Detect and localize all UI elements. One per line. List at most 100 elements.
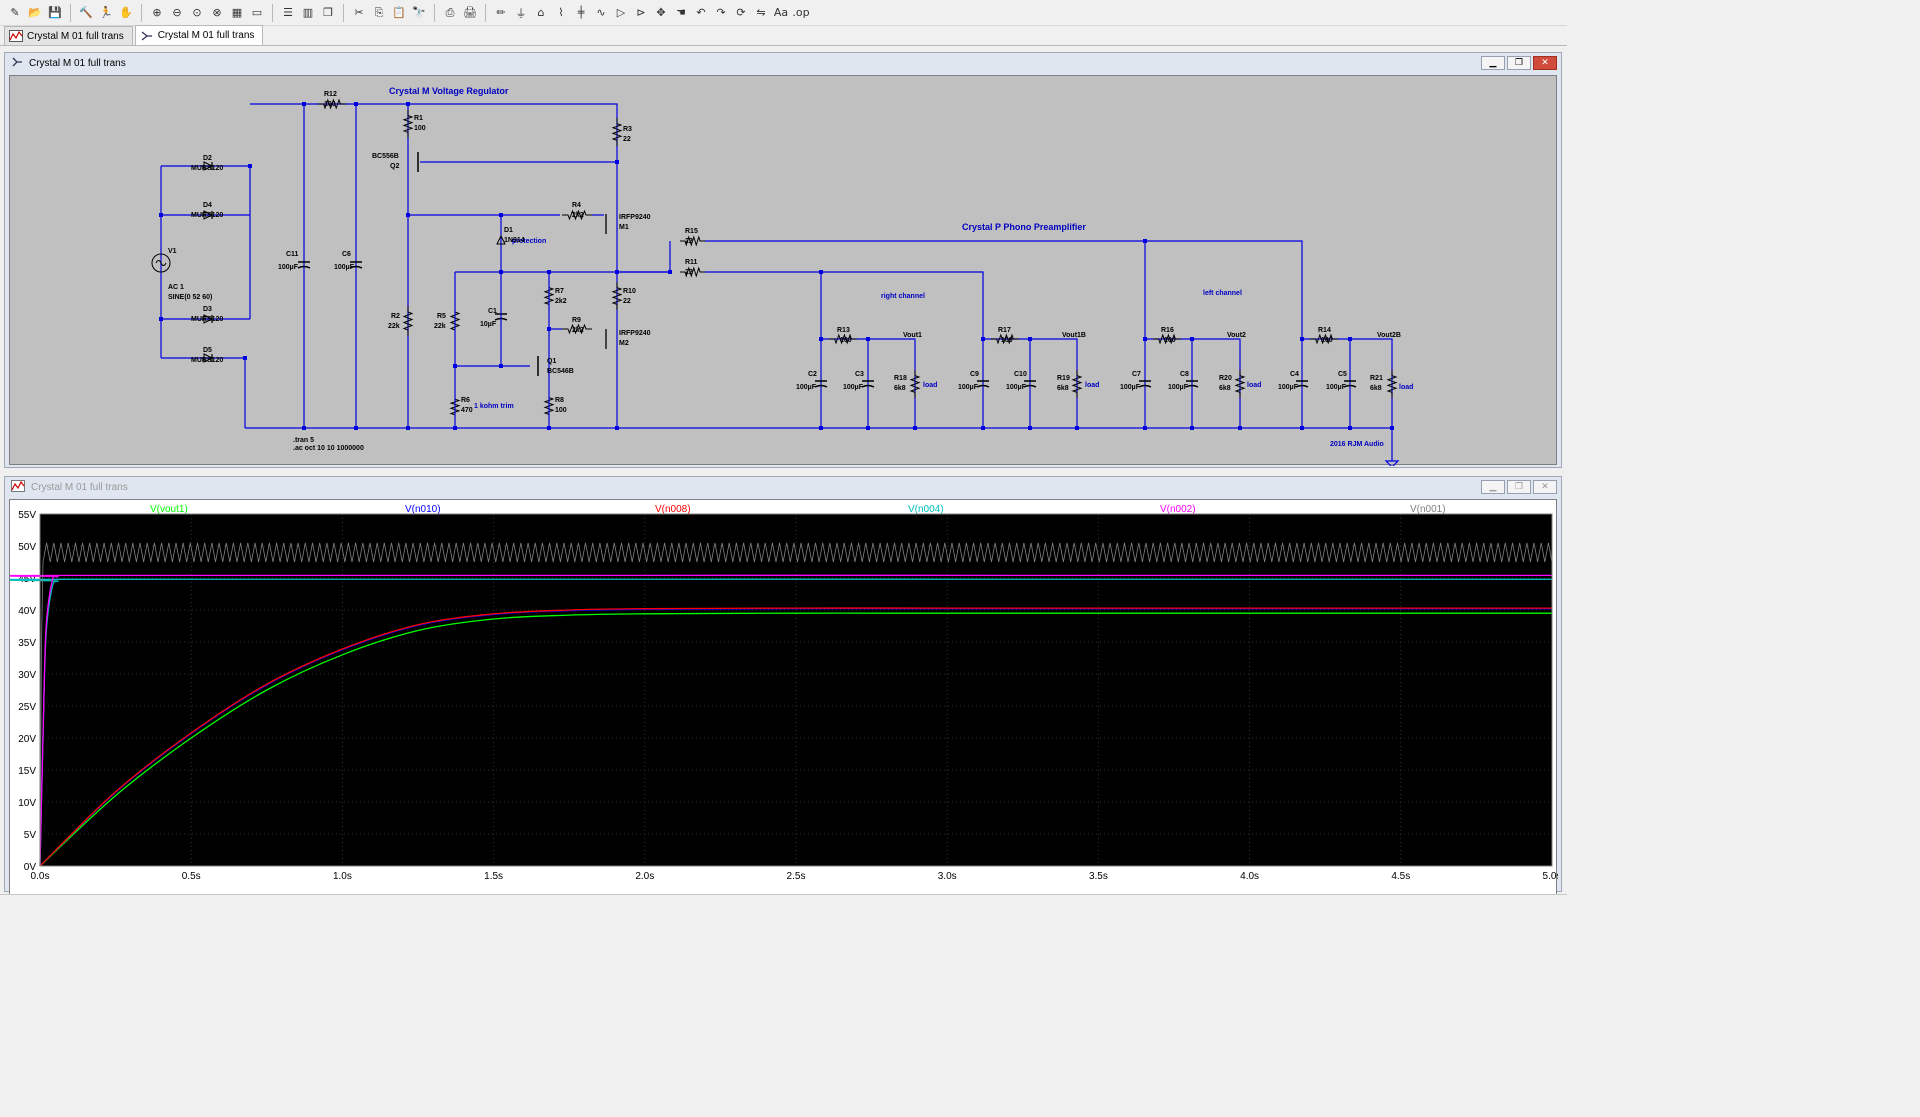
label-icon: ⌂ [537, 6, 545, 19]
rotate-icon: ⟳ [736, 6, 746, 19]
close-button[interactable]: ✕ [1533, 480, 1557, 494]
copy-button[interactable]: ⎘ [370, 4, 388, 22]
junction [453, 364, 457, 368]
zoom-cancel-button[interactable]: ⊗ [208, 4, 226, 22]
capacitor-icon: ╪ [577, 6, 585, 19]
y-tick-label: 25V [18, 702, 36, 713]
print-setup-button[interactable]: ⎙ [441, 4, 459, 22]
autorange-button[interactable]: ▦ [228, 4, 246, 22]
cut-button[interactable]: ✂ [350, 4, 368, 22]
spice-directive-button[interactable]: .op [792, 4, 810, 22]
waveform-pane[interactable]: 0.0s 0.5s 1.0s 1.5s 2.0s 2.5s 3.0s 3.5s 4.0s 4.5s… [0, 499, 1561, 898]
schematic-window-titlebar[interactable]: Crystal M 01 full trans ▁ ❐ ✕ [5, 53, 1561, 73]
print-icon: 🖨 [463, 6, 477, 19]
mirror-button[interactable]: ⇋ [752, 4, 770, 22]
y-tick-label: 5V [24, 830, 37, 841]
label-button[interactable]: ⌂ [532, 4, 550, 22]
run-button[interactable]: 🏃 [97, 4, 115, 22]
component-value: 22k [434, 323, 446, 330]
toolbar-separator [141, 3, 142, 22]
schematic-canvas[interactable]: Crystal M Voltage Regulator Crystal P Pho… [9, 75, 1558, 468]
y-tick-label: 10V [18, 798, 36, 809]
component-value: BC546B [547, 368, 574, 375]
minimize-button[interactable]: ▁ [1481, 480, 1505, 494]
component-button[interactable]: ⊳ [632, 4, 650, 22]
component-value: MURS120 [191, 357, 223, 364]
rotate-button[interactable]: ⟳ [732, 4, 750, 22]
move-button[interactable]: ✥ [652, 4, 670, 22]
halt-button[interactable]: ✋ [117, 4, 135, 22]
diode-button[interactable]: ▷ [612, 4, 630, 22]
redo-button[interactable]: ↷ [712, 4, 730, 22]
tile-vertical-button[interactable]: ▥ [299, 4, 317, 22]
tile-vertical-icon: ▥ [302, 6, 314, 19]
legend-vn001[interactable]: V(n001) [1410, 504, 1446, 515]
close-button[interactable]: ✕ [1533, 56, 1557, 70]
tile-horizontal-button[interactable]: ☰ [279, 4, 297, 22]
legend-vn002[interactable]: V(n002) [1160, 504, 1196, 515]
x-tick-label: 3.0s [938, 871, 957, 882]
legend-vn004[interactable]: V(n004) [908, 504, 944, 515]
component-value: 6k8 [894, 385, 906, 392]
print-button[interactable]: 🖨 [461, 4, 479, 22]
component-ref: R8 [555, 397, 564, 404]
cascade-button[interactable]: ❐ [319, 4, 337, 22]
inductor-button[interactable]: ∿ [592, 4, 610, 22]
diode-icon: ▷ [616, 6, 626, 19]
y-tick-label: 30V [18, 670, 36, 681]
control-panel-button[interactable]: 🔨 [77, 4, 95, 22]
legend-vn010[interactable]: V(n010) [405, 504, 441, 515]
legend-vn008[interactable]: V(n008) [655, 504, 691, 515]
net-label: Vout2B [1377, 332, 1401, 339]
waveform-plot[interactable]: 0.0s 0.5s 1.0s 1.5s 2.0s 2.5s 3.0s 3.5s 4.0s 4.5s… [0, 500, 1561, 898]
text-button[interactable]: Aa [772, 4, 790, 22]
paste-button[interactable]: 📋 [390, 4, 408, 22]
resistor-symbol [1386, 370, 1398, 398]
component-ref: D4 [203, 202, 212, 209]
resistor-button[interactable]: ⌇ [552, 4, 570, 22]
open-button[interactable]: 📂 [26, 4, 44, 22]
text-icon: Aa [773, 6, 789, 19]
waveform-button[interactable]: ▭ [248, 4, 266, 22]
legend-vvout1[interactable]: V(vout1) [150, 504, 188, 515]
component-ref: C7 [1132, 371, 1141, 378]
schematic-drawing[interactable]: Crystal M Voltage Regulator Crystal P Pho… [10, 76, 1558, 468]
zoom-full-button[interactable]: ⊙ [188, 4, 206, 22]
halt-icon: ✋ [119, 6, 133, 19]
zoom-cancel-icon: ⊗ [212, 6, 222, 19]
component-value: 100 [1164, 337, 1176, 344]
tab-waveform[interactable]: Crystal M 01 full trans [4, 26, 133, 45]
new-schematic-button[interactable]: ✎ [6, 4, 24, 22]
new-schematic-icon: ✎ [10, 6, 20, 19]
zoom-out-button[interactable]: ⊖ [168, 4, 186, 22]
junction [981, 426, 985, 430]
resistor-symbol [402, 306, 414, 336]
restore-button[interactable]: ❐ [1507, 56, 1531, 70]
junction [1028, 337, 1032, 341]
restore-button[interactable]: ❐ [1507, 480, 1531, 494]
resistor-symbol [1071, 370, 1083, 398]
zoom-in-button[interactable]: ⊕ [148, 4, 166, 22]
tab-schematic[interactable]: Crystal M 01 full trans [134, 25, 264, 45]
find-button[interactable]: 🔭 [410, 4, 428, 22]
save-button[interactable]: 💾 [46, 4, 64, 22]
minimize-icon: ▁ [1489, 482, 1497, 492]
component-value: 2k2 [555, 298, 567, 305]
undo-button[interactable]: ↶ [692, 4, 710, 22]
drag-button[interactable]: ☚ [672, 4, 690, 22]
plot-window: Crystal M 01 full trans ▁ ❐ ✕ 0.0s 0.5s 1.… [0, 476, 1562, 897]
component-ref: C5 [1338, 371, 1347, 378]
resistor-symbol [611, 282, 623, 310]
component-ref: R16 [1161, 327, 1174, 334]
minimize-button[interactable]: ▁ [1481, 56, 1505, 70]
junction [1190, 337, 1194, 341]
capacitor-button[interactable]: ╪ [572, 4, 590, 22]
component-ref: R13 [837, 327, 850, 334]
ground-button[interactable]: ⏚ [512, 4, 530, 22]
component-ref: D1 [504, 227, 513, 234]
component-value: M1 [619, 224, 629, 231]
junction [248, 164, 252, 168]
wire-button[interactable]: ✏ [492, 4, 510, 22]
plot-window-titlebar[interactable]: Crystal M 01 full trans ▁ ❐ ✕ [5, 477, 1561, 497]
junction [1348, 337, 1352, 341]
